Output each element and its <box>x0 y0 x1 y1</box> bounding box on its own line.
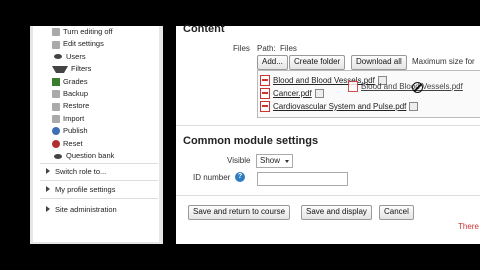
expand-arrow-icon <box>46 168 50 174</box>
sidebar-item-edit-settings[interactable]: Edit settings <box>52 38 160 50</box>
file-item[interactable]: Cancer.pdf <box>260 88 324 99</box>
restore-icon <box>52 102 60 111</box>
sidebar-item-label: Publish <box>63 126 88 136</box>
backup-icon <box>52 90 60 99</box>
create-folder-button[interactable]: Create folder <box>289 55 346 70</box>
pdf-icon <box>260 75 270 86</box>
pdf-icon <box>348 81 358 92</box>
sidebar-item-restore[interactable]: Restore <box>52 100 160 112</box>
sidebar-item-label: Restore <box>63 101 90 111</box>
my-profile-settings-link[interactable]: My profile settings <box>46 185 115 194</box>
help-icon[interactable]: ? <box>235 172 245 182</box>
sidebar-item-label: Grades <box>63 76 88 86</box>
save-and-display-button[interactable]: Save and display <box>301 205 372 220</box>
sidebar-item-turn-editing-off[interactable]: Turn editing off <box>52 26 160 38</box>
sidebar-item-grades[interactable]: Grades <box>52 76 160 88</box>
sidebar-item-label: Backup <box>63 88 89 98</box>
sidebar-item-label: Reset <box>63 138 83 148</box>
switch-role-link[interactable]: Switch role to... <box>46 167 106 176</box>
settings-icon <box>52 40 60 49</box>
add-file-button[interactable]: Add... <box>257 55 288 70</box>
edit-icon <box>52 28 60 37</box>
file-menu-icon[interactable] <box>314 89 324 98</box>
visible-label: Visible <box>227 156 251 165</box>
file-menu-icon[interactable] <box>409 102 419 111</box>
expand-arrow-icon <box>46 186 50 192</box>
sidebar-item-label: Turn editing off <box>63 27 113 36</box>
sidebar-item-label: Question bank <box>66 150 115 160</box>
content-section-title: Content <box>183 23 225 35</box>
section-divider <box>176 195 480 196</box>
visible-select[interactable]: Show <box>256 154 294 168</box>
path-label: Path: <box>257 44 276 53</box>
site-administration-link[interactable]: Site administration <box>46 205 117 214</box>
pdf-icon <box>260 101 270 112</box>
reset-icon <box>52 139 60 148</box>
files-label: Files <box>233 44 250 53</box>
sidebar-item-question-bank[interactable]: Question bank <box>52 150 160 162</box>
sidebar-item-reset[interactable]: Reset <box>52 138 160 150</box>
sidebar-item-import[interactable]: Import <box>52 113 160 125</box>
import-icon <box>52 114 60 123</box>
grades-icon <box>52 77 60 86</box>
download-all-button[interactable]: Download all <box>351 55 407 70</box>
funnel-icon <box>52 65 68 73</box>
bullet-icon <box>54 54 62 60</box>
divider <box>40 163 158 164</box>
file-item[interactable]: Cardiovascular System and Pulse.pdf <box>260 101 419 112</box>
common-settings-title: Common module settings <box>183 135 319 147</box>
publish-icon <box>52 127 60 136</box>
not-allowed-cursor-icon <box>412 82 423 93</box>
sidebar-item-filters[interactable]: Filters <box>52 63 160 75</box>
required-fields-note: There <box>458 222 479 231</box>
drag-proxy: Blood and Blood Vessels.pdf <box>348 81 463 92</box>
path-value[interactable]: Files <box>280 44 297 53</box>
id-number-field[interactable] <box>257 172 348 186</box>
id-number-label: ID number <box>193 173 231 182</box>
sidebar-item-label: Edit settings <box>63 39 104 49</box>
sidebar-item-publish[interactable]: Publish <box>52 125 160 137</box>
save-and-return-button[interactable]: Save and return to course <box>188 205 291 220</box>
sidebar-item-label: Import <box>63 113 85 123</box>
expand-arrow-icon <box>46 206 50 212</box>
max-size-text: Maximum size for <box>412 57 475 66</box>
sidebar-item-backup[interactable]: Backup <box>52 88 160 100</box>
section-divider <box>176 125 480 126</box>
sidebar-item-label: Filters <box>71 64 92 74</box>
sidebar-item-users[interactable]: Users <box>52 51 160 63</box>
cancel-button[interactable]: Cancel <box>379 205 414 220</box>
chevron-down-icon <box>285 159 290 163</box>
divider <box>40 198 158 199</box>
bullet-icon <box>54 153 62 159</box>
course-admin-list: Turn editing off Edit settings Users Fil… <box>52 26 160 162</box>
pdf-icon <box>260 88 270 99</box>
divider <box>40 180 158 181</box>
sidebar-item-label: Users <box>66 51 86 61</box>
